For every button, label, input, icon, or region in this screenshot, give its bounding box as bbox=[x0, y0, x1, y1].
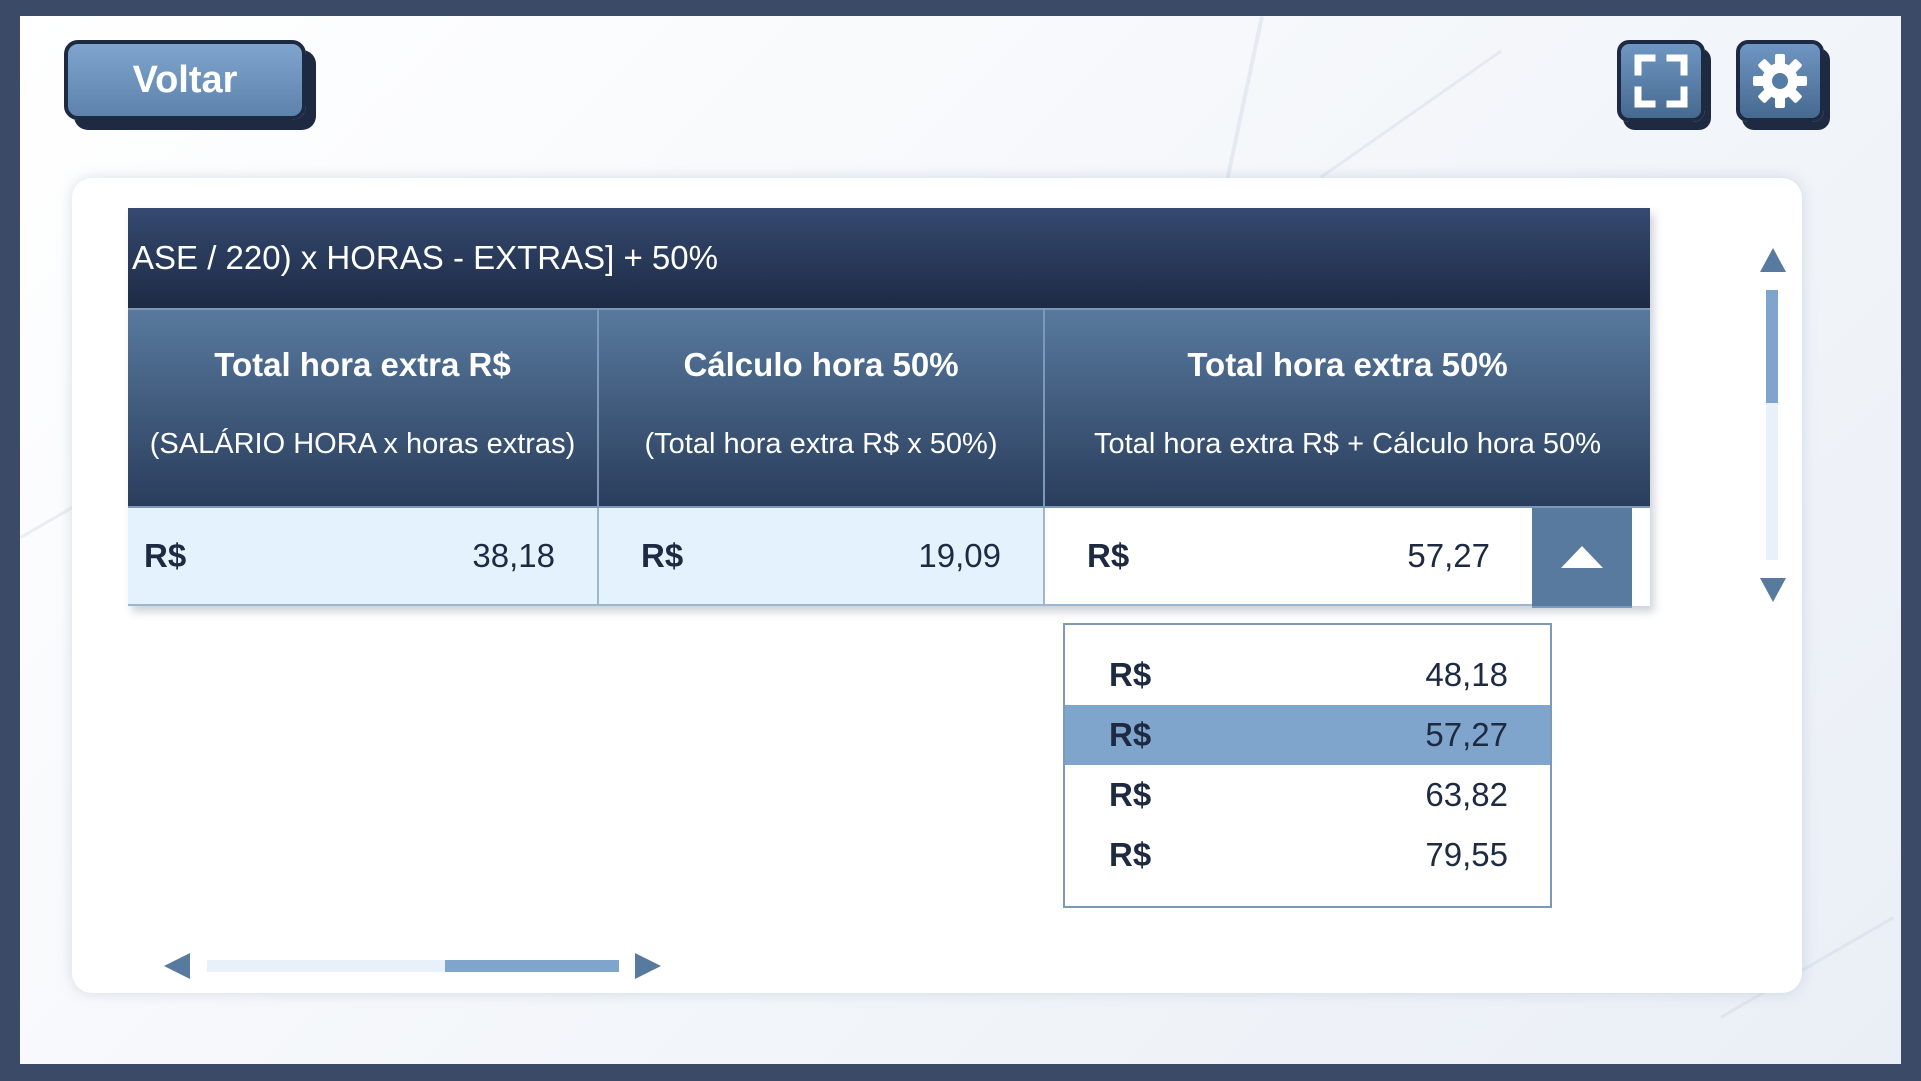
currency-label: R$ bbox=[1109, 836, 1152, 873]
currency-label: R$ bbox=[1109, 776, 1152, 813]
table-row: R$ 38,18 R$ 19,09 R$ 57,27 bbox=[128, 506, 1650, 608]
value: 38,18 bbox=[472, 537, 555, 574]
fullscreen-icon bbox=[1634, 54, 1688, 108]
option-value: 48,18 bbox=[1425, 656, 1508, 693]
option-value: 63,82 bbox=[1425, 776, 1508, 813]
scroll-down-arrow-icon[interactable] bbox=[1760, 578, 1786, 602]
background-decoration bbox=[1320, 49, 1502, 179]
fullscreen-button[interactable] bbox=[1617, 40, 1705, 122]
scroll-left-arrow-icon[interactable] bbox=[164, 953, 190, 979]
scroll-right-arrow-icon[interactable] bbox=[635, 953, 661, 979]
dropdown-option[interactable]: R$ 48,18 bbox=[1065, 645, 1550, 705]
column-header-calculo-hora: Cálculo hora 50% (Total hora extra R$ x … bbox=[599, 308, 1045, 506]
chevron-up-icon bbox=[1561, 546, 1603, 568]
dropdown-option[interactable]: R$ 63,82 bbox=[1065, 765, 1550, 825]
scroll-up-arrow-icon[interactable] bbox=[1760, 248, 1786, 272]
column-title: Total hora extra 50% bbox=[1187, 346, 1508, 383]
currency-label: R$ bbox=[1109, 716, 1152, 753]
dropdown-toggle-button[interactable] bbox=[1532, 508, 1632, 608]
total-hora-extra-cell: R$ 38,18 bbox=[128, 508, 599, 606]
option-value: 79,55 bbox=[1425, 836, 1508, 873]
vertical-scrollbar-track[interactable] bbox=[1766, 290, 1778, 560]
column-header-total-hora-extra: Total hora extra R$ (SALÁRIO HORA x hora… bbox=[128, 308, 599, 506]
currency-label: R$ bbox=[1109, 656, 1152, 693]
vertical-scrollbar-thumb[interactable] bbox=[1766, 290, 1778, 403]
currency-label: R$ bbox=[1087, 537, 1130, 574]
back-button[interactable]: Voltar bbox=[64, 40, 306, 120]
value: 19,09 bbox=[918, 537, 1001, 574]
currency-label: R$ bbox=[144, 537, 187, 574]
formula-header: ASE / 220) x HORAS - EXTRAS] + 50% bbox=[128, 208, 1650, 308]
column-title: Cálculo hora 50% bbox=[683, 346, 959, 383]
calculation-table: ASE / 220) x HORAS - EXTRAS] + 50% Total… bbox=[128, 208, 1650, 608]
column-subtitle: Total hora extra R$ + Cálculo hora 50% bbox=[1094, 428, 1601, 460]
dropdown-option-selected[interactable]: R$ 57,27 bbox=[1065, 705, 1550, 765]
total-hora-extra-50-select[interactable]: R$ 57,27 bbox=[1045, 508, 1532, 606]
column-subtitle: (SALÁRIO HORA x horas extras) bbox=[149, 428, 576, 460]
column-header-total-hora-extra-50: Total hora extra 50% Total hora extra R$… bbox=[1045, 308, 1650, 506]
dropdown-list: R$ 48,18 R$ 57,27 R$ 63,82 R$ 79,55 bbox=[1063, 623, 1552, 908]
horizontal-scrollbar-thumb[interactable] bbox=[445, 960, 619, 972]
currency-label: R$ bbox=[641, 537, 684, 574]
dropdown-option[interactable]: R$ 79,55 bbox=[1065, 825, 1550, 885]
settings-button[interactable] bbox=[1736, 40, 1824, 122]
column-subtitle: (Total hora extra R$ x 50%) bbox=[644, 428, 998, 460]
table-header-row: Total hora extra R$ (SALÁRIO HORA x hora… bbox=[128, 308, 1650, 506]
column-title: Total hora extra R$ bbox=[214, 346, 511, 383]
option-value: 57,27 bbox=[1425, 716, 1508, 753]
horizontal-scrollbar-track[interactable] bbox=[207, 960, 619, 972]
gear-icon bbox=[1753, 54, 1807, 108]
calculo-hora-cell: R$ 19,09 bbox=[599, 508, 1045, 606]
selected-value: 57,27 bbox=[1407, 537, 1490, 574]
